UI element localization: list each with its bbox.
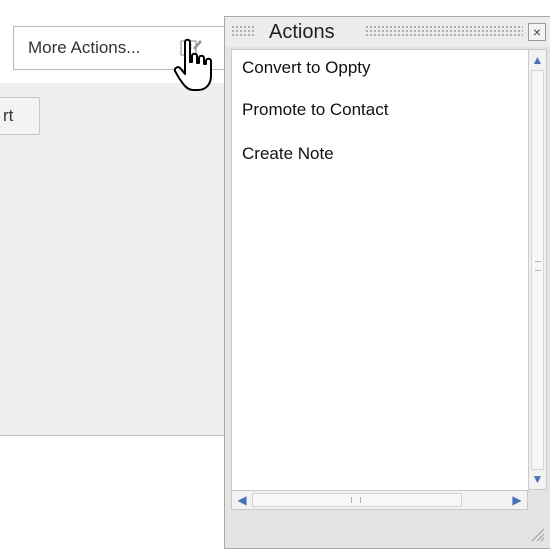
resize-grip-icon[interactable] <box>529 526 545 542</box>
thumb-grip-icon <box>535 261 541 271</box>
actions-list: Convert to Oppty Promote to Contact Crea… <box>231 49 530 492</box>
close-icon[interactable]: × <box>528 23 546 41</box>
actions-title: Actions <box>269 21 335 43</box>
partial-button-label: rt <box>3 106 14 125</box>
action-item-create-note[interactable]: Create Note <box>242 144 334 164</box>
scroll-up-arrow-icon[interactable]: ▲ <box>530 52 545 68</box>
drag-grip-left[interactable] <box>231 25 255 37</box>
horizontal-scrollbar[interactable]: ◀ ▶ <box>231 490 528 510</box>
vertical-scroll-thumb[interactable] <box>531 70 544 470</box>
content-area: rt <box>0 83 225 436</box>
scroll-left-arrow-icon[interactable]: ◀ <box>234 492 250 508</box>
scroll-down-arrow-icon[interactable]: ▼ <box>530 471 545 487</box>
scroll-right-arrow-icon[interactable]: ▶ <box>509 492 525 508</box>
drag-grip-right[interactable] <box>365 25 523 37</box>
actions-titlebar[interactable]: Actions × <box>225 17 550 47</box>
footer-strip <box>0 436 225 547</box>
horizontal-scroll-thumb[interactable] <box>252 493 462 507</box>
action-item-promote-to-contact[interactable]: Promote to Contact <box>242 100 388 120</box>
actions-popup-window: Actions × Convert to Oppty Promote to Co… <box>224 16 550 549</box>
partial-button[interactable]: rt <box>0 97 40 135</box>
hthumb-grip-icon <box>351 497 361 503</box>
hand-pointer-icon <box>173 38 212 91</box>
action-item-convert-to-oppty[interactable]: Convert to Oppty <box>242 58 371 78</box>
vertical-scrollbar[interactable]: ▲ ▼ <box>528 49 547 490</box>
more-actions-label: More Actions... <box>28 38 141 57</box>
